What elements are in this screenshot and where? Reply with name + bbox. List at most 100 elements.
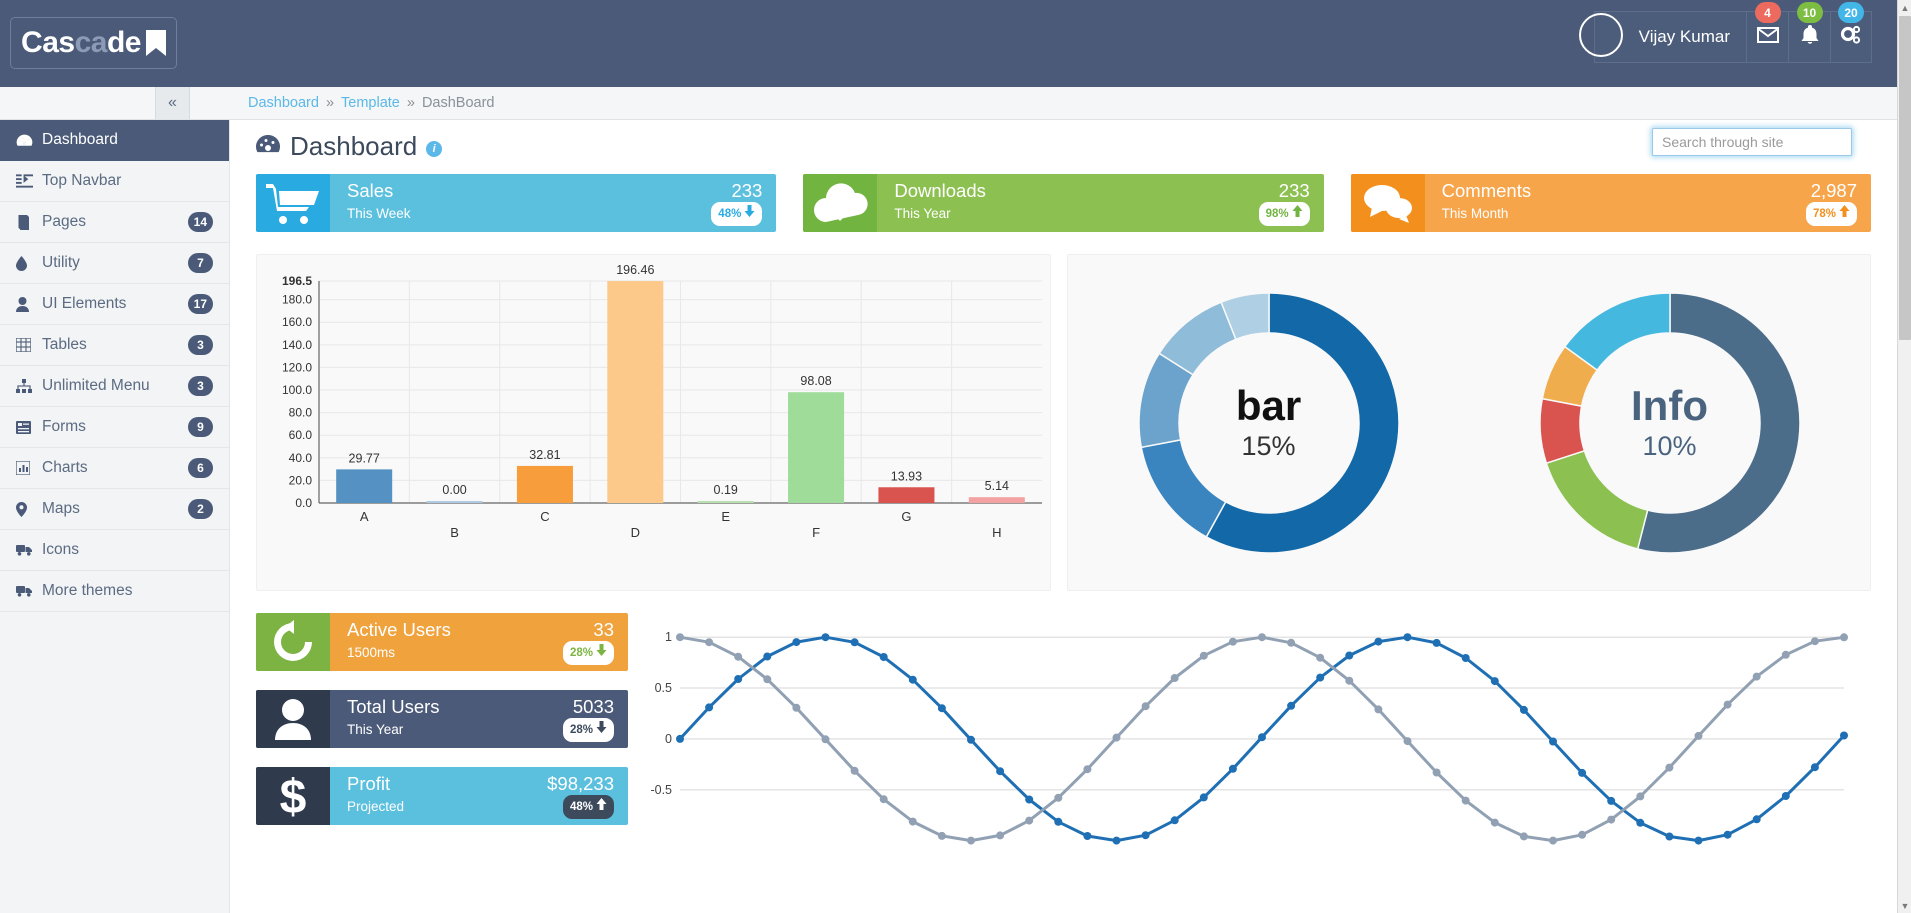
tachometer-icon <box>255 131 281 162</box>
sidebar: Dashboard Top Navbar Pages 14 Utility 7 UI Ele… <box>0 120 230 913</box>
sidebar-item-dashboard[interactable]: Dashboard <box>0 120 229 161</box>
page-scrollbar[interactable]: ▲ ▼ <box>1897 0 1911 913</box>
donut-info-center: Info 10% <box>1535 288 1805 558</box>
sidebar-item-more-themes[interactable]: More themes <box>0 571 229 612</box>
sidebar-item-pages[interactable]: Pages 14 <box>0 202 229 243</box>
scroll-down-arrow[interactable]: ▼ <box>1898 898 1911 913</box>
bottom-row: Active Users 33 1500ms 28% Total Users 5033 Th… <box>230 613 1897 873</box>
mini-stat-card-active-users[interactable]: Active Users 33 1500ms 28% <box>256 613 628 671</box>
sidebar-item-badge: 6 <box>188 458 213 478</box>
sidebar-item-ui-elements[interactable]: UI Elements 17 <box>0 284 229 325</box>
breadcrumb-item-0[interactable]: Dashboard <box>248 95 319 111</box>
svg-text:196.46: 196.46 <box>616 263 654 277</box>
arrow-up-icon <box>596 797 607 817</box>
stat-card-body: Downloads 233 This Year 98% <box>877 174 1323 232</box>
scroll-up-arrow[interactable]: ▲ <box>1898 0 1911 15</box>
mini-stat-line-primary: Total Users 5033 <box>347 696 614 718</box>
svg-text:$: $ <box>280 773 307 819</box>
sidebar-item-label: Utility <box>42 254 80 271</box>
bar-chart[interactable]: 0.0 20.0 40.0 60.0 80.0 100.0 120.0 140.0 160.0 1… <box>257 255 1050 590</box>
sidebar-item-utility[interactable]: Utility 7 <box>0 243 229 284</box>
gears-icon <box>1840 25 1862 50</box>
line-chart[interactable]: 1 0.5 0 -0.5 <box>644 613 1849 873</box>
svg-text:0: 0 <box>665 732 672 746</box>
shopping-cart-icon <box>256 174 330 232</box>
sidebar-item-badge: 9 <box>188 417 213 437</box>
search-input[interactable] <box>1652 128 1852 156</box>
stat-card-downloads[interactable]: Downloads 233 This Year 98% <box>803 174 1324 232</box>
bar-chart-icon <box>16 461 42 475</box>
breadcrumb-item-2: DashBoard <box>421 95 495 111</box>
mini-stat-value: $98,233 <box>547 773 614 794</box>
mini-stat-delta-badge: 48% <box>562 795 614 819</box>
svg-text:32.81: 32.81 <box>529 448 560 462</box>
settings-button[interactable]: 20 <box>1830 2 1872 63</box>
page-title: Dashboard i <box>255 130 443 162</box>
cloud-download-icon <box>803 174 878 232</box>
stat-card-value: 233 <box>731 180 763 201</box>
sidebar-item-badge: 3 <box>188 335 213 355</box>
svg-text:0.19: 0.19 <box>714 483 738 497</box>
mini-stat-delta: 28% <box>569 647 593 659</box>
sidebar-item-label: Forms <box>42 418 86 435</box>
breadcrumb-item-1[interactable]: Template <box>341 95 400 111</box>
line-chart-panel: 1 0.5 0 -0.5 <box>644 613 1871 873</box>
info-icon[interactable]: i <box>426 141 443 157</box>
tachometer-icon <box>16 133 42 148</box>
svg-text:60.0: 60.0 <box>289 428 313 442</box>
donut-chart-panel: bar 15% Info 10% <box>1067 254 1871 591</box>
svg-text:5.14: 5.14 <box>985 479 1009 493</box>
app-logo[interactable]: Cascade <box>10 17 177 69</box>
sidebar-item-forms[interactable]: Forms 9 <box>0 407 229 448</box>
sidebar-item-label: Top Navbar <box>42 172 122 189</box>
stat-card-subtitle: This Week <box>347 206 411 221</box>
sidebar-item-charts[interactable]: Charts 6 <box>0 448 229 489</box>
sidebar-item-label: Unlimited Menu <box>42 377 150 394</box>
user-menu[interactable]: Vijay Kumar <box>1578 11 1746 63</box>
notifications-badge: 10 <box>1796 2 1823 23</box>
sidebar-item-tables[interactable]: Tables 3 <box>0 325 229 366</box>
sidebar-item-label: Tables <box>42 336 87 353</box>
sidebar-item-unlimited-menu[interactable]: Unlimited Menu 3 <box>0 366 229 407</box>
mini-stat-value: 33 <box>593 619 614 640</box>
breadcrumb-bar: Dashboard » Template » DashBoard « <box>0 87 1897 120</box>
sidebar-collapse-button[interactable]: « <box>155 87 190 119</box>
svg-text:140.0: 140.0 <box>282 338 312 352</box>
stat-card-comments[interactable]: Comments 2,987 This Month 78% <box>1350 174 1871 232</box>
search-box <box>1652 128 1852 156</box>
donut-info-subtitle: 10% <box>1642 430 1697 461</box>
sidebar-item-top-navbar[interactable]: Top Navbar <box>0 161 229 202</box>
user-name: Vijay Kumar <box>1638 27 1730 46</box>
book-icon <box>16 214 42 230</box>
mini-stat-subtitle: This Year <box>347 722 404 737</box>
donut-bar-title: bar <box>1235 381 1302 429</box>
donut-bar-subtitle: 15% <box>1241 430 1296 461</box>
sidebar-item-label: More themes <box>42 582 133 599</box>
sidebar-item-badge: 17 <box>187 294 213 314</box>
scrollbar-thumb[interactable] <box>1899 16 1911 340</box>
map-marker-icon <box>16 501 42 517</box>
stat-card-delta-badge: 78% <box>1805 202 1857 226</box>
stat-card-subtitle: This Month <box>1441 206 1509 221</box>
sidebar-item-badge: 7 <box>188 253 213 273</box>
arrow-down-icon <box>744 204 755 224</box>
breadcrumb-separator: » <box>325 95 335 111</box>
page-title-text: Dashboard <box>290 130 418 161</box>
mini-stat-card-profit[interactable]: $ Profit $98,233 Projected 48% <box>256 767 628 825</box>
sidebar-item-maps[interactable]: Maps 2 <box>0 489 229 530</box>
notifications-button[interactable]: 10 <box>1788 2 1830 63</box>
svg-text:H: H <box>992 525 1001 540</box>
stat-card-sales[interactable]: Sales 233 This Week 48% <box>256 174 777 232</box>
bookmark-icon <box>145 30 166 56</box>
stat-card-title: Sales <box>347 180 394 201</box>
donut-info-title: Info <box>1631 381 1708 429</box>
stat-card-line-secondary: This Week 48% <box>347 202 763 226</box>
donut-bar-center: bar 15% <box>1134 288 1404 558</box>
mini-stat-delta-badge: 28% <box>562 718 614 742</box>
mini-stat-delta: 48% <box>569 801 593 813</box>
sidebar-item-icons[interactable]: Icons <box>0 530 229 571</box>
page-header: Dashboard i <box>230 120 1897 172</box>
svg-text:E: E <box>721 509 730 524</box>
messages-button[interactable]: 4 <box>1746 2 1788 63</box>
mini-stat-card-total-users[interactable]: Total Users 5033 This Year 28% <box>256 690 628 748</box>
